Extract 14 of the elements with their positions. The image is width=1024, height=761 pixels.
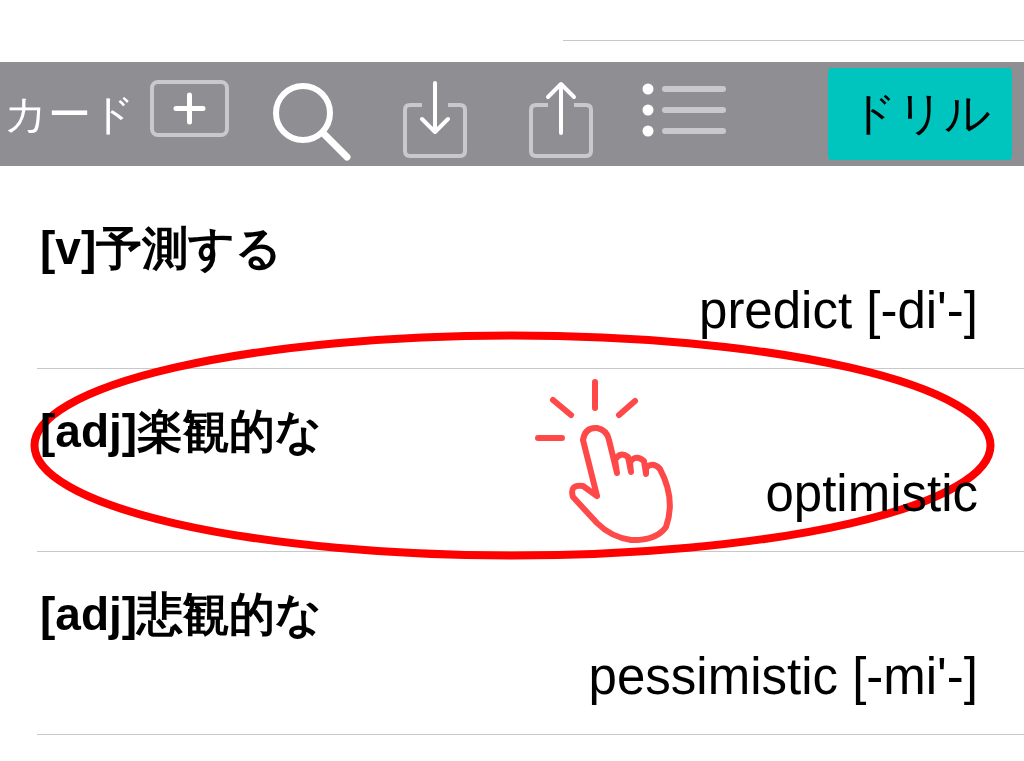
card-row[interactable]: [adj]悲観的な pessimistic [-mi'-] bbox=[37, 552, 1024, 735]
card-row[interactable]: [v]予測する predict [-di'-] bbox=[37, 186, 1024, 369]
card-term: [adj]楽観的な bbox=[40, 404, 324, 459]
card-term: [v]予測する bbox=[40, 221, 284, 276]
toolbar-label: カード bbox=[4, 89, 135, 139]
share-icon[interactable] bbox=[528, 81, 594, 159]
drill-button[interactable]: ドリル bbox=[828, 68, 1012, 160]
card-answer: predict [-di'-] bbox=[698, 283, 978, 339]
list-icon[interactable] bbox=[641, 82, 727, 138]
search-icon[interactable] bbox=[270, 80, 352, 162]
add-card-icon[interactable] bbox=[149, 78, 230, 138]
download-icon[interactable] bbox=[402, 81, 468, 159]
card-term: [adj]悲観的な bbox=[40, 587, 324, 642]
card-answer: pessimistic [-mi'-] bbox=[587, 649, 978, 705]
